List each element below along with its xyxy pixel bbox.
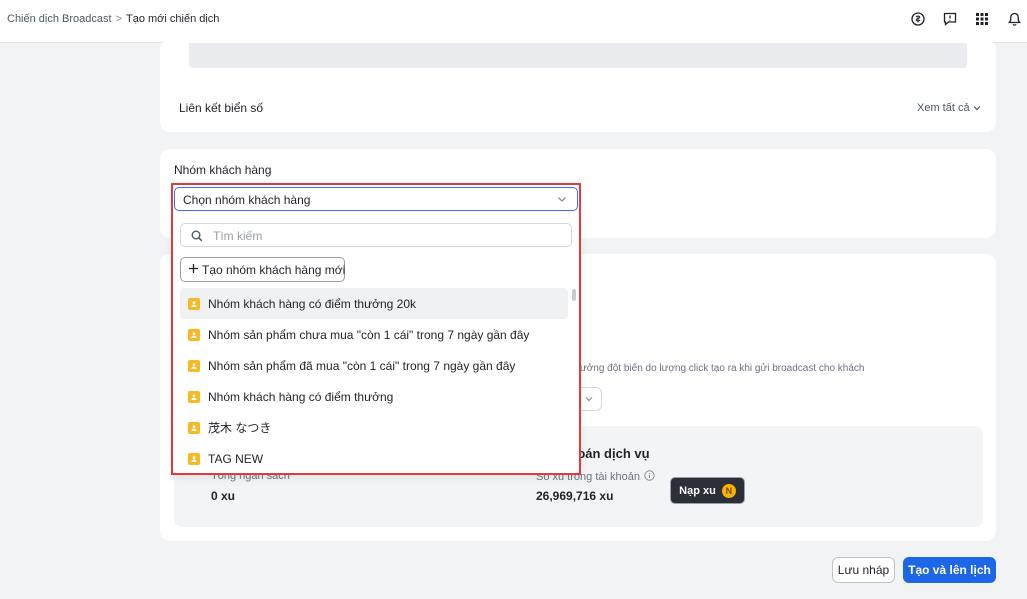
dropdown-scrollbar[interactable] [572,289,576,301]
list-item[interactable]: Nhóm khách hàng có điểm thưởng 20k [180,288,568,319]
list-item[interactable]: Nhóm sản phẩm đã mua "còn 1 cái" trong 7… [180,350,570,381]
budget-value: 0 xu [211,489,236,503]
breadcrumb-current: Tạo mới chiến dịch [126,13,220,25]
save-draft-button[interactable]: Lưu nháp [832,557,895,583]
customer-group-select-value: Chọn nhóm khách hàng [183,193,311,207]
chevron-down-icon [973,102,981,114]
clock-dollar-icon[interactable] [909,10,927,28]
tag-icon [188,328,200,341]
create-schedule-button[interactable]: Tạo và lên lịch [903,557,996,583]
top-icons [909,10,1023,28]
chevron-down-icon [584,393,594,408]
customer-group-select[interactable]: Chọn nhóm khách hàng [174,187,578,211]
feedback-icon[interactable] [941,10,959,28]
billing-title: toán dịch vụ [573,446,650,461]
option-label: Nhóm sản phẩm đã mua "còn 1 cái" trong 7… [208,358,516,373]
topup-button-label: Nạp xu [679,484,716,497]
customer-group-search-input[interactable]: Tìm kiếm [180,223,572,247]
search-placeholder: Tìm kiếm [213,229,263,243]
tag-icon [188,297,200,310]
search-icon [191,230,203,245]
customer-group-options: Nhóm khách hàng có điểm thưởng 20k Nhóm … [180,288,570,474]
click-hint-text: ng trưởng đột biến do lượng click tạo ra… [560,363,865,374]
option-label: Nhóm khách hàng có điểm thưởng [208,389,394,404]
option-label: Nhóm sản phẩm chưa mua "còn 1 cái" trong… [208,327,530,342]
bell-icon[interactable] [1005,10,1023,28]
coin-icon: N [721,483,736,498]
tag-icon [188,359,200,372]
top-bar: Chiến dịch Broadcast > Tạo mới chiến dịch [0,0,1027,43]
breadcrumb-parent[interactable]: Chiến dịch Broadcast [7,13,112,25]
option-label: 茂木 なつき [208,421,272,435]
tag-icon [188,390,200,403]
plus-icon [188,263,199,277]
tag-icon [188,452,200,465]
breadcrumb-separator: > [115,13,122,25]
balance-value: 26,969,716 xu [536,489,614,503]
chevron-down-icon [556,193,568,208]
list-item[interactable]: Nhóm khách hàng có điểm thưởng [180,381,570,412]
create-customer-group-label: Tạo nhóm khách hàng mới [202,262,346,277]
option-label: Nhóm khách hàng có điểm thưởng 20k [208,296,417,311]
list-item[interactable]: TAG NEW [180,443,570,474]
breadcrumb: Chiến dịch Broadcast > Tạo mới chiến dịch [7,13,219,25]
info-icon[interactable] [644,470,655,484]
topup-button[interactable]: Nạp xu N [670,477,745,504]
tag-icon [188,421,200,434]
see-all-label: Xem tất cả [917,102,970,114]
create-customer-group-button[interactable]: Tạo nhóm khách hàng mới [180,257,345,282]
list-item[interactable]: 茂木 なつき [180,412,570,443]
apps-grid-icon[interactable] [973,10,991,28]
plates-section-label: Liên kết biển số [179,101,264,115]
see-all-link[interactable]: Xem tất cả [917,102,981,114]
list-item[interactable]: Nhóm sản phẩm chưa mua "còn 1 cái" trong… [180,319,570,350]
plates-content-area [189,43,967,68]
option-label: TAG NEW [208,451,264,466]
customer-group-label: Nhóm khách hàng [174,163,272,177]
